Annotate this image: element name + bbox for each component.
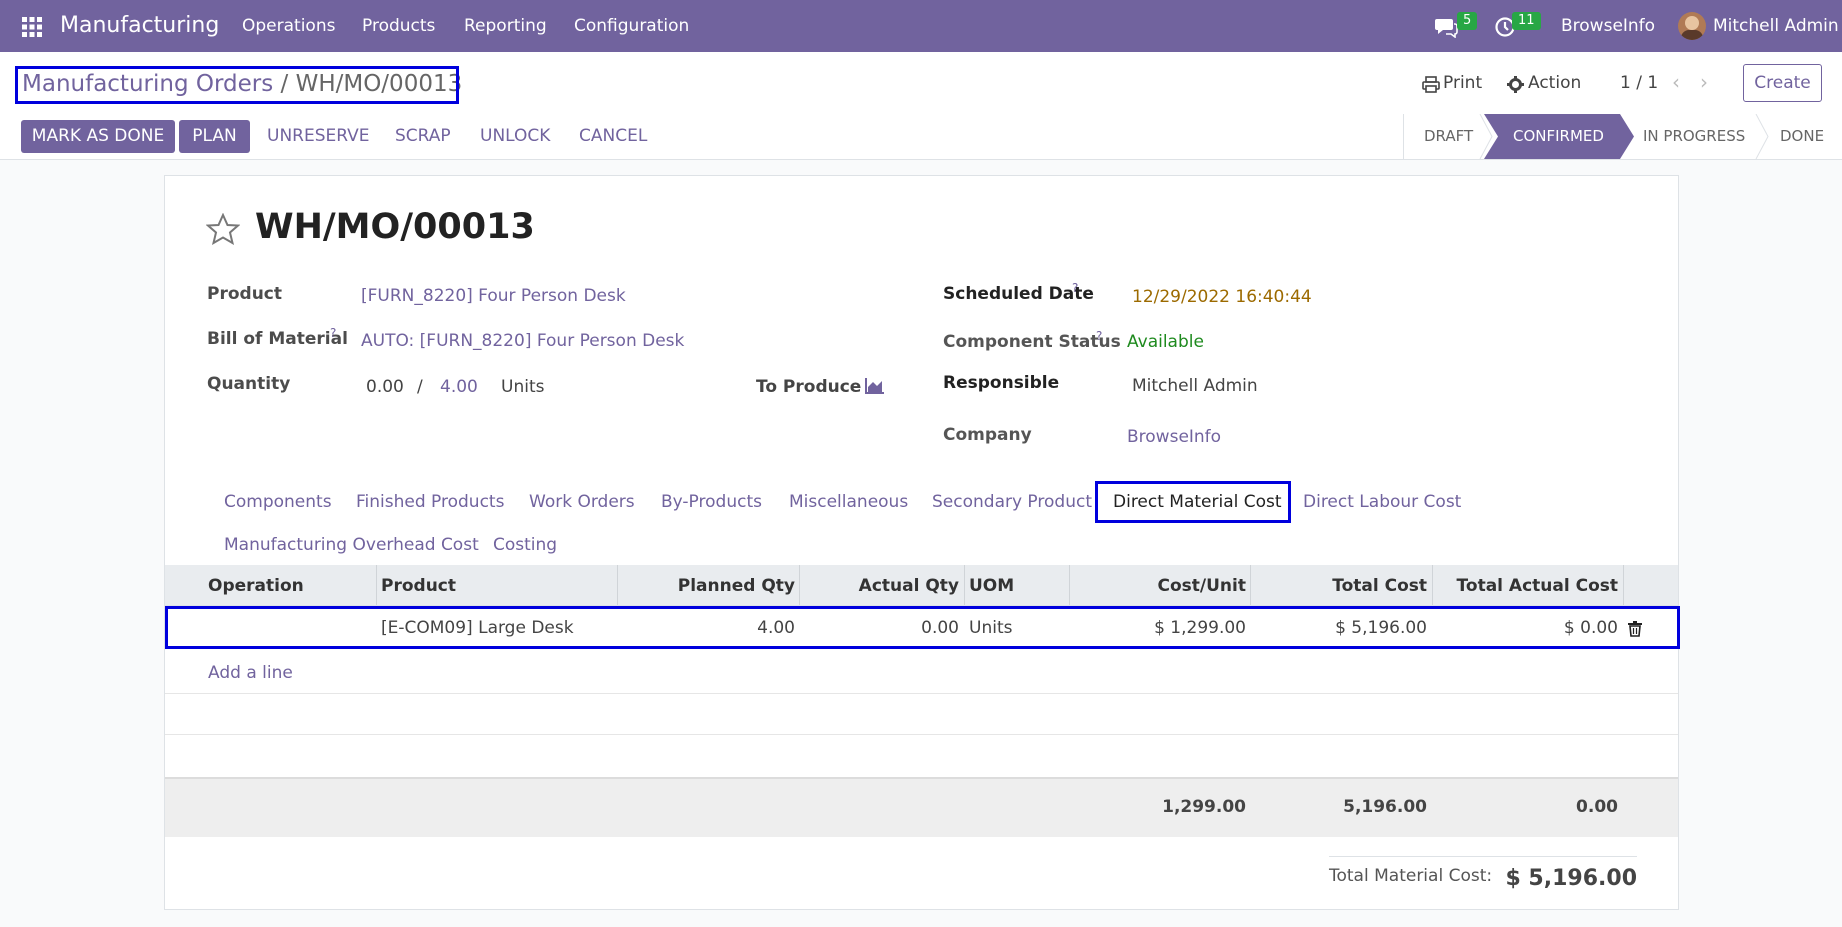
scheduled-date-help-icon[interactable]: ? xyxy=(1072,281,1078,295)
col-divider xyxy=(1432,565,1433,605)
col-header-product[interactable]: Product xyxy=(381,576,456,596)
company-switcher[interactable]: BrowseInfo xyxy=(1561,16,1655,36)
total-material-cost-value: $ 5,196.00 xyxy=(1505,866,1637,891)
col-divider xyxy=(617,565,618,605)
bom-label: Bill of Material xyxy=(207,329,348,349)
add-line-link[interactable]: Add a line xyxy=(208,663,293,683)
menu-configuration[interactable]: Configuration xyxy=(574,16,689,36)
messages-badge: 5 xyxy=(1457,12,1478,30)
total-divider xyxy=(1329,856,1637,857)
total-material-cost-label: Total Material Cost: xyxy=(1329,866,1493,886)
stage-confirmed[interactable]: CONFIRMED xyxy=(1513,114,1604,159)
bom-help-icon[interactable]: ? xyxy=(330,326,336,340)
col-header-actual-qty[interactable]: Actual Qty xyxy=(800,576,959,596)
cancel-button[interactable]: CANCEL xyxy=(579,120,647,153)
scrap-button[interactable]: SCRAP xyxy=(395,120,451,153)
row-divider xyxy=(165,693,1678,694)
col-header-planned-qty[interactable]: Planned Qty xyxy=(620,576,795,596)
tab-miscellaneous[interactable]: Miscellaneous xyxy=(789,492,908,512)
apps-grid-icon[interactable] xyxy=(22,17,42,37)
responsible-label: Responsible xyxy=(943,373,1060,393)
product-field[interactable]: [FURN_8220] Four Person Desk xyxy=(361,286,626,306)
company-label: Company xyxy=(943,425,1032,445)
star-icon[interactable] xyxy=(206,213,240,245)
activities-badge: 11 xyxy=(1512,12,1541,30)
record-title: WH/MO/00013 xyxy=(255,207,535,247)
bom-field[interactable]: AUTO: [FURN_8220] Four Person Desk xyxy=(361,331,684,351)
footer-total-actual: 0.00 xyxy=(1576,797,1618,817)
col-divider xyxy=(1250,565,1251,605)
col-header-uom[interactable]: UOM xyxy=(969,576,1014,596)
footer-total-cost: 5,196.00 xyxy=(1343,797,1427,817)
col-header-total-actual-cost[interactable]: Total Actual Cost xyxy=(1434,576,1618,596)
qty-produced-field[interactable]: 0.00 xyxy=(366,377,404,397)
tab-costing[interactable]: Costing xyxy=(493,535,557,555)
col-header-total-cost[interactable]: Total Cost xyxy=(1252,576,1427,596)
quantity-label: Quantity xyxy=(207,374,291,394)
stage-done[interactable]: DONE xyxy=(1780,114,1824,159)
scheduled-date-field[interactable]: 12/29/2022 16:40:44 xyxy=(1132,287,1312,307)
to-produce-label: To Produce xyxy=(756,377,862,397)
top-navbar: Manufacturing Operations Products Report… xyxy=(0,0,1842,52)
tab-finished-products[interactable]: Finished Products xyxy=(356,492,504,512)
footer-cost-unit: 1,299.00 xyxy=(1162,797,1246,817)
highlight-table-row xyxy=(165,606,1680,649)
qty-uom-field[interactable]: Units xyxy=(501,377,544,397)
stage-divider xyxy=(1403,114,1404,159)
tab-direct-labour-cost[interactable]: Direct Labour Cost xyxy=(1303,492,1461,512)
col-divider xyxy=(376,565,377,605)
action-button[interactable]: Action xyxy=(1528,73,1581,93)
menu-reporting[interactable]: Reporting xyxy=(464,16,547,36)
col-divider xyxy=(1623,565,1624,605)
stage-draft[interactable]: DRAFT xyxy=(1424,114,1473,159)
highlight-breadcrumb xyxy=(15,66,459,104)
tab-work-orders[interactable]: Work Orders xyxy=(529,492,635,512)
gear-icon[interactable] xyxy=(1507,76,1524,93)
col-divider xyxy=(964,565,965,605)
unreserve-button[interactable]: UNRESERVE xyxy=(267,120,370,153)
responsible-field[interactable]: Mitchell Admin xyxy=(1132,376,1258,396)
qty-separator: / xyxy=(417,377,423,397)
stage-arrow xyxy=(1755,114,1769,159)
app-name[interactable]: Manufacturing xyxy=(60,13,219,38)
print-icon[interactable] xyxy=(1422,76,1440,93)
unlock-button[interactable]: UNLOCK xyxy=(480,120,550,153)
create-button[interactable]: Create xyxy=(1743,64,1822,102)
pager-prev-icon[interactable]: ‹ xyxy=(1672,70,1680,94)
menu-operations[interactable]: Operations xyxy=(242,16,335,36)
product-label: Product xyxy=(207,284,282,304)
tab-manufacturing-overhead-cost[interactable]: Manufacturing Overhead Cost xyxy=(224,535,479,555)
row-divider xyxy=(165,734,1678,735)
tab-by-products[interactable]: By-Products xyxy=(661,492,762,512)
component-status-label: Component Status xyxy=(943,332,1121,352)
user-menu[interactable]: Mitchell Admin xyxy=(1713,16,1839,36)
component-status-field: Available xyxy=(1127,332,1204,352)
highlight-active-tab xyxy=(1095,481,1291,523)
mark-as-done-button[interactable]: MARK AS DONE xyxy=(21,120,175,153)
pager-next-icon[interactable]: › xyxy=(1700,70,1708,94)
col-header-operation[interactable]: Operation xyxy=(208,576,304,596)
component-status-help-icon[interactable]: ? xyxy=(1096,329,1102,343)
plan-button[interactable]: PLAN xyxy=(179,120,250,153)
company-field[interactable]: BrowseInfo xyxy=(1127,427,1221,447)
tab-secondary-product[interactable]: Secondary Product xyxy=(932,492,1092,512)
user-avatar[interactable] xyxy=(1678,12,1706,40)
forecast-chart-icon[interactable] xyxy=(865,377,885,394)
print-button[interactable]: Print xyxy=(1443,73,1482,93)
pager-value[interactable]: 1 / 1 xyxy=(1620,73,1658,93)
stage-in-progress[interactable]: IN PROGRESS xyxy=(1643,114,1745,159)
qty-to-produce-field[interactable]: 4.00 xyxy=(440,377,478,397)
tab-components[interactable]: Components xyxy=(224,492,332,512)
messages-icon[interactable] xyxy=(1434,16,1458,38)
col-header-cost-unit[interactable]: Cost/Unit xyxy=(1070,576,1246,596)
menu-products[interactable]: Products xyxy=(362,16,435,36)
